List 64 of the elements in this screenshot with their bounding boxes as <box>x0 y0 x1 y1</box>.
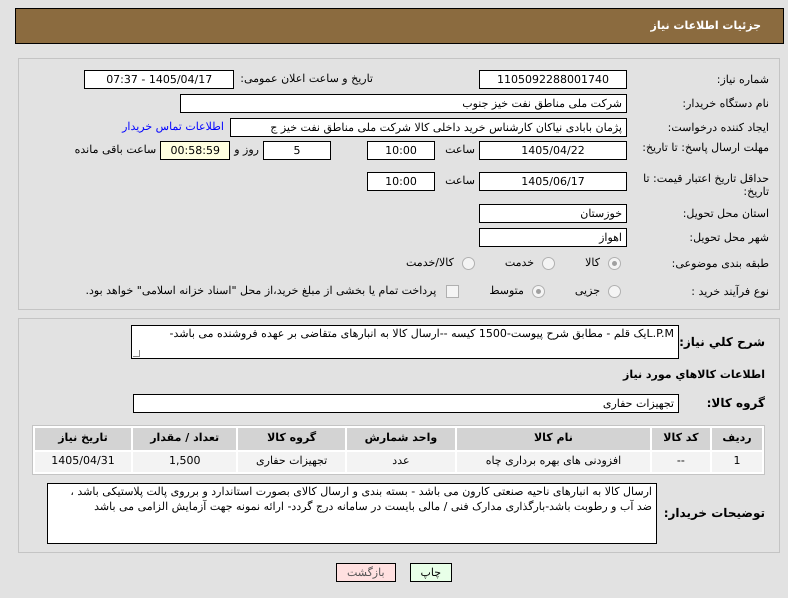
field-label: ساعت باقی مانده <box>74 142 156 158</box>
page-title: جزئیات اطلاعات نیاز <box>650 18 761 34</box>
radio-button[interactable] <box>532 284 545 298</box>
table-cell: عدد <box>346 452 456 472</box>
radio-button[interactable] <box>462 256 475 270</box>
field-label: گروه کالا: <box>706 395 765 412</box>
column-header: ردیف <box>712 428 762 450</box>
field-label: توضیحات خریدار: <box>662 505 765 522</box>
text-field[interactable]: شرکت ملی مناطق نفت خیز جنوب <box>180 94 627 112</box>
description-textarea[interactable]: L.P.Mیک قلم - مطابق شرح پیوست-1500 کیسه --ارسال کالا به انبارهای متقاضی بر عهده فروشنده می باشد- <box>131 325 679 359</box>
treasury-payment-text: پرداخت تمام یا بخشی از مبلغ خرید،از محل "اسناد خزانه اسلامی" خواهد بود. <box>86 282 436 299</box>
text-field[interactable]: 5 <box>263 141 331 160</box>
section-heading: اطلاعات کالاهاي مورد نياز <box>622 367 765 383</box>
table-cell: 1405/04/31 <box>35 452 131 472</box>
radio-button[interactable] <box>608 284 621 298</box>
column-header: واحد شمارش <box>346 428 456 450</box>
radio-label: خدمت <box>504 254 534 271</box>
column-header: تعداد / مقدار <box>133 428 236 450</box>
radio-label: کالا/خدمت <box>406 254 454 271</box>
text-field[interactable]: 00:58:59 <box>160 141 230 160</box>
text-field[interactable]: 10:00 <box>367 172 435 191</box>
column-header: کد کالا <box>652 428 710 450</box>
field-label: مهلت ارسال پاسخ: تا تاریخ: <box>641 141 769 154</box>
field-label: شرح کلي نياز: <box>679 334 765 351</box>
field-label: نوع فرآیند خرید : <box>690 284 769 298</box>
field-label: روز و <box>234 142 259 158</box>
field-label: شهر محل تحویل: <box>688 230 769 244</box>
text-field[interactable]: تجهیزات حفاری <box>133 394 679 412</box>
field-label: ساعت <box>445 143 475 156</box>
text-field[interactable]: 1405/04/17 - 07:37 <box>84 70 234 88</box>
field-label: حداقل تاریخ اعتبار قیمت: تا تاریخ: <box>642 172 769 198</box>
resize-handle-icon <box>133 350 140 357</box>
table-cell: تجهیزات حفاری <box>238 452 345 472</box>
column-header: گروه کالا <box>238 428 345 450</box>
text-field[interactable]: اهواز <box>479 228 627 246</box>
field-label: شماره نیاز: <box>716 72 769 86</box>
column-header: تاریخ نیاز <box>35 428 131 450</box>
text-field[interactable]: 10:00 <box>367 141 435 160</box>
radio-label: متوسط <box>489 282 524 299</box>
table-cell: -- <box>652 452 710 472</box>
text-field[interactable]: پژمان بابادی نیاکان کارشناس خرید داخلی کالا شرکت ملی مناطق نفت خیز ج <box>230 118 627 136</box>
text-field[interactable]: خوزستان <box>479 204 627 222</box>
field-label: ساعت <box>445 174 475 188</box>
table-cell: 1,500 <box>133 452 236 472</box>
radio-button[interactable] <box>608 256 621 270</box>
print-button[interactable]: چاپ <box>410 562 452 582</box>
radio-label: کالا <box>585 254 600 271</box>
checkbox[interactable] <box>446 284 460 298</box>
text-field[interactable]: 1105092288001740 <box>479 70 627 88</box>
field-label: نام دستگاه خریدار: <box>681 96 769 110</box>
text-field[interactable]: 1405/06/17 <box>479 172 627 191</box>
buyer-contact-link[interactable]: اطلاعات تماس خریدار <box>122 118 224 136</box>
buyer-notes-textarea[interactable]: ارسال کالا به انبارهای ناحیه صنعتی کارون می باشد - بسته بندی و ارسال کالای بصورت استاندارد و برروی پالت پلاستیکی باشد ، ضد آب و رطوبت باشد-بارگذاری مدارک فنی / مالی بایست در سامانه درج گردد- ارائه نمونه جهت آزمایش الزامی می باشد <box>47 482 657 544</box>
back-button[interactable]: بازگشت <box>336 562 396 582</box>
table-cell: افزودنی های بهره برداری چاه <box>457 452 650 472</box>
text-field[interactable]: 1405/04/22 <box>479 141 627 160</box>
field-label: طبقه بندی موضوعی: <box>670 256 769 270</box>
table-cell: 1 <box>712 452 762 472</box>
radio-button[interactable] <box>542 256 556 270</box>
column-header: نام کالا <box>457 428 650 450</box>
field-label: تاریخ و ساعت اعلان عمومی: <box>240 70 373 87</box>
field-label: استان محل تحویل: <box>682 206 769 220</box>
field-label: ایجاد کننده درخواست: <box>666 120 769 134</box>
radio-label: جزیی <box>574 282 600 299</box>
